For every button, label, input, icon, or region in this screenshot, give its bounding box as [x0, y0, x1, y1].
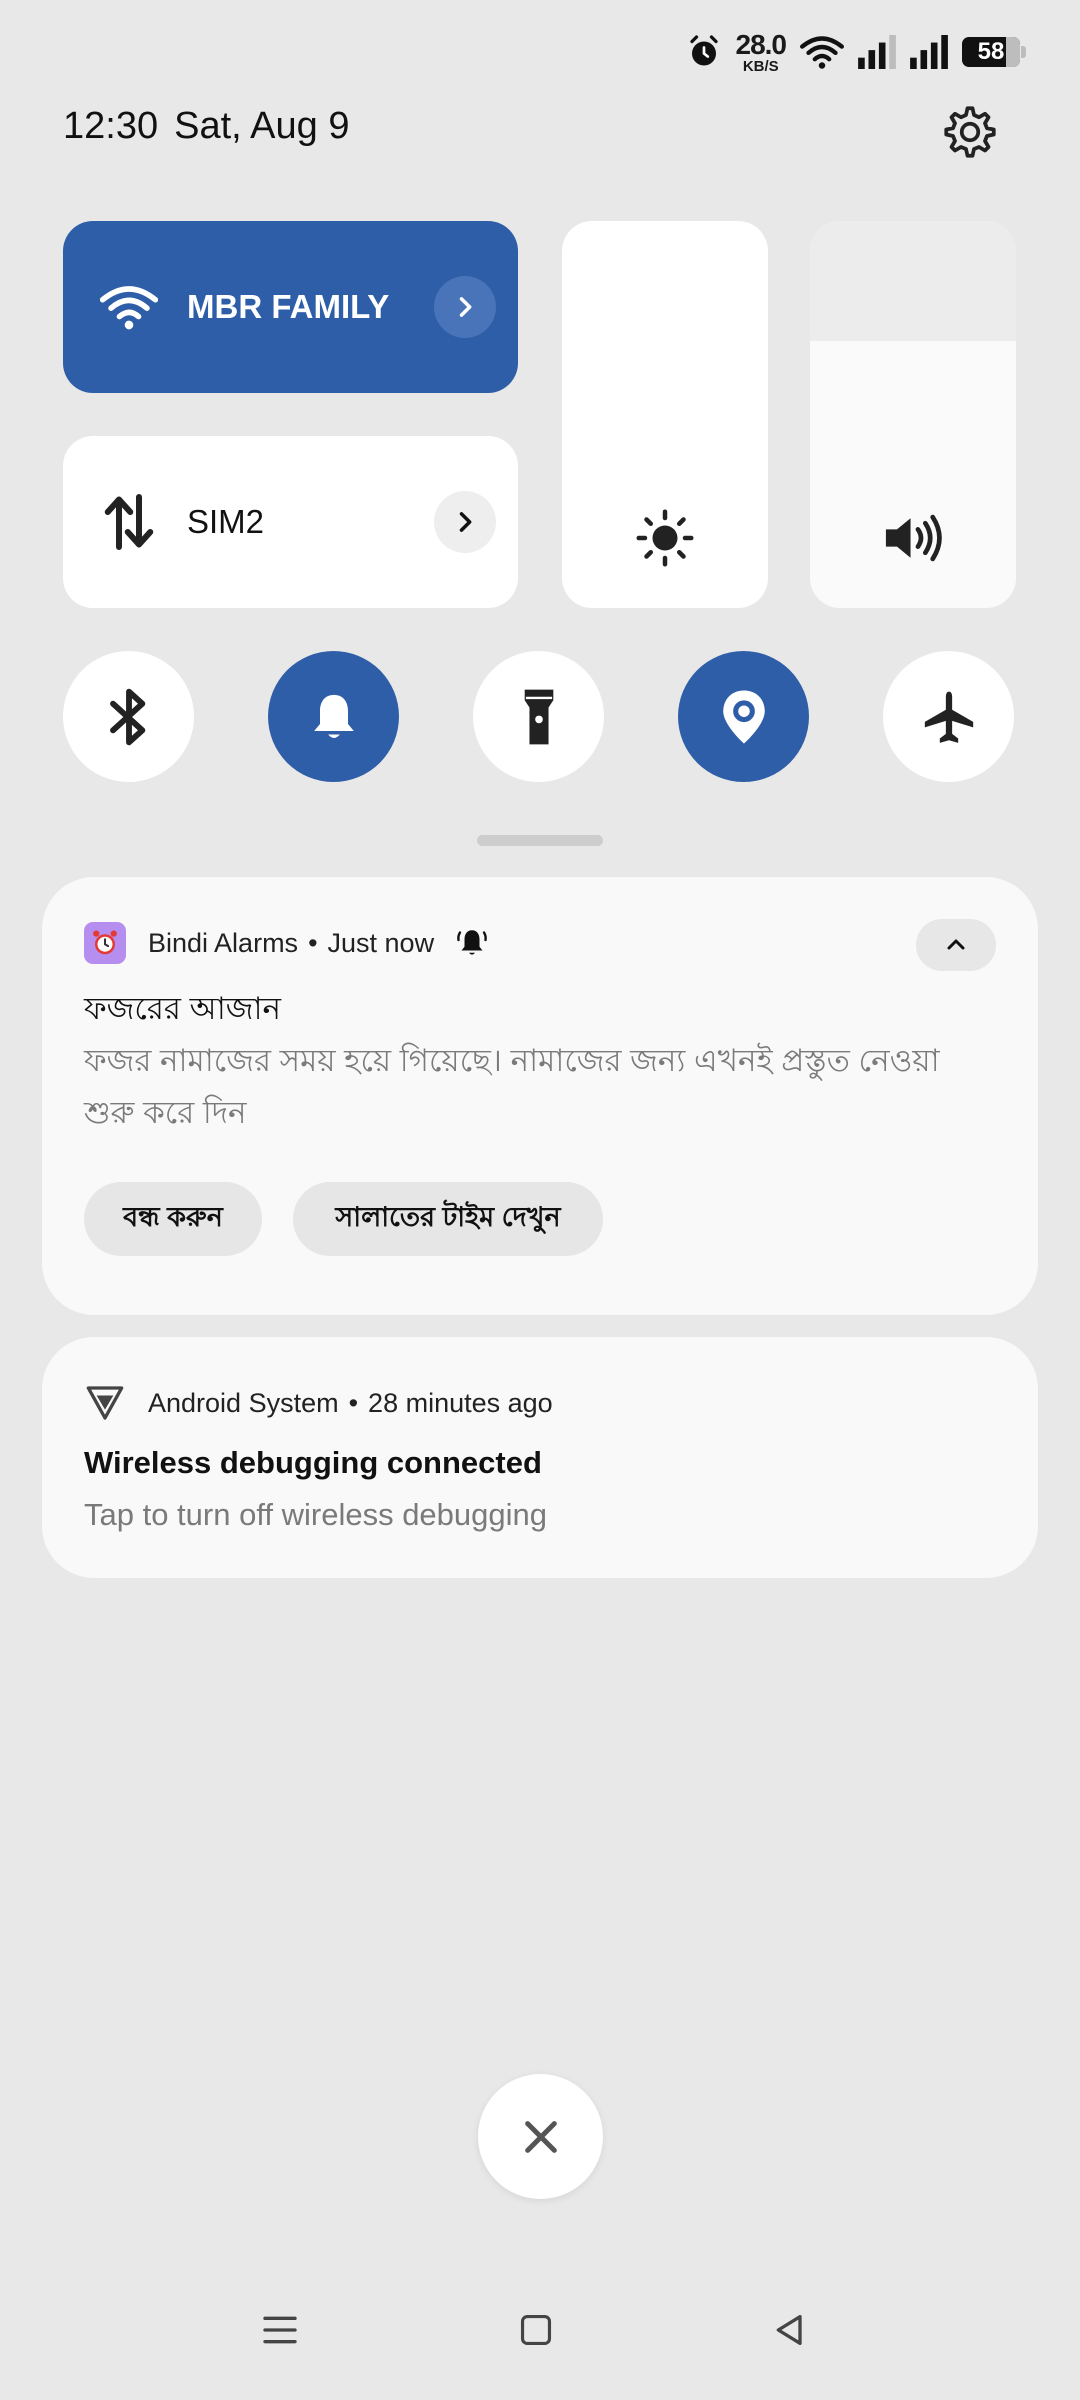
ring-mode-toggle[interactable] [268, 651, 399, 782]
chevron-right-icon [459, 297, 472, 317]
notification-title: ফজরের আজান [84, 991, 281, 1026]
clear-all-button[interactable] [478, 2074, 603, 2199]
data-arrows-icon [97, 490, 161, 554]
flashlight-toggle[interactable] [473, 651, 604, 782]
speaker-icon [810, 508, 1016, 568]
bell-icon [313, 694, 354, 738]
clock-date: Sat, Aug 9 [174, 105, 350, 147]
notification-body: ফজর নামাজের সময় হয়ে গিয়েছে। নামাজের জ… [84, 1043, 940, 1130]
brightness-slider[interactable] [562, 221, 768, 608]
location-pin-icon [722, 689, 765, 744]
notification-time: Just now [327, 927, 435, 958]
flashlight-icon [524, 689, 553, 744]
network-speed-value: 28.0 [735, 28, 787, 60]
gear-icon [944, 106, 996, 158]
notification-shade: 28.0 KB/S 58 12:30 Sat, Aug 9 MBR FAMILY [0, 0, 1080, 2400]
home-button[interactable] [506, 2300, 566, 2360]
menu-lines-icon [263, 2316, 297, 2344]
signal-sim1-icon [858, 35, 896, 69]
navigation-bar [0, 2300, 1080, 2380]
notification-time: 28 minutes ago [368, 1387, 553, 1418]
view-prayer-times-button[interactable]: সালাতের টাইম দেখুন [293, 1182, 603, 1256]
chevron-right-icon [459, 512, 472, 532]
close-icon [524, 2120, 557, 2153]
notification-header: Bindi Alarms • Just now [84, 922, 490, 964]
wifi-details-button[interactable] [434, 276, 496, 338]
battery-level: 58 [977, 38, 1005, 65]
wifi-icon [800, 34, 844, 70]
chevron-up-icon [947, 939, 965, 950]
android-system-icon [84, 1382, 126, 1424]
stop-alarm-button[interactable]: বন্ধ করুন [84, 1182, 262, 1256]
wifi-network-name: MBR FAMILY [187, 288, 390, 325]
alarm-icon [686, 34, 722, 70]
settings-button[interactable] [938, 100, 1002, 164]
mobile-data-tile[interactable]: SIM2 [63, 436, 518, 608]
airplane-mode-toggle[interactable] [883, 651, 1014, 782]
recents-button[interactable] [250, 2300, 310, 2360]
notification-header: Android System • 28 minutes ago [84, 1382, 553, 1424]
location-toggle[interactable] [678, 651, 809, 782]
bluetooth-icon [109, 688, 145, 745]
square-icon [520, 2314, 552, 2346]
wifi-icon [97, 275, 161, 339]
back-triangle-icon [776, 2315, 802, 2345]
notification-card-android-system[interactable]: Android System • 28 minutes ago Wireless… [42, 1337, 1038, 1578]
back-button[interactable] [760, 2300, 820, 2360]
signal-sim2-icon [910, 35, 948, 69]
airplane-icon [924, 691, 973, 743]
battery-icon: 58 [962, 37, 1026, 67]
network-speed: 28.0 KB/S [735, 28, 787, 75]
bluetooth-toggle[interactable] [63, 651, 194, 782]
wifi-tile[interactable]: MBR FAMILY [63, 221, 518, 393]
sim-label: SIM2 [187, 503, 265, 540]
date-time: 12:30 Sat, Aug 9 [63, 105, 349, 148]
sun-icon [562, 508, 768, 568]
sim-details-button[interactable] [434, 491, 496, 553]
status-bar: 28.0 KB/S 58 [686, 28, 1026, 76]
notification-body: Tap to turn off wireless debugging [84, 1497, 548, 1532]
collapse-button[interactable] [916, 919, 996, 971]
alarm-clock-icon [84, 922, 126, 964]
notification-card-alarm[interactable]: Bindi Alarms • Just now ফজরের আজান ফজর ন… [42, 877, 1038, 1315]
drag-handle[interactable] [477, 835, 603, 846]
notification-app-name: Android System [148, 1387, 339, 1418]
clock-time: 12:30 [63, 105, 159, 147]
ringing-bell-icon [454, 925, 490, 961]
network-speed-unit: KB/S [742, 57, 779, 75]
volume-slider[interactable] [810, 221, 1016, 608]
notification-app-name: Bindi Alarms [148, 927, 299, 958]
notification-title: Wireless debugging connected [84, 1445, 542, 1480]
